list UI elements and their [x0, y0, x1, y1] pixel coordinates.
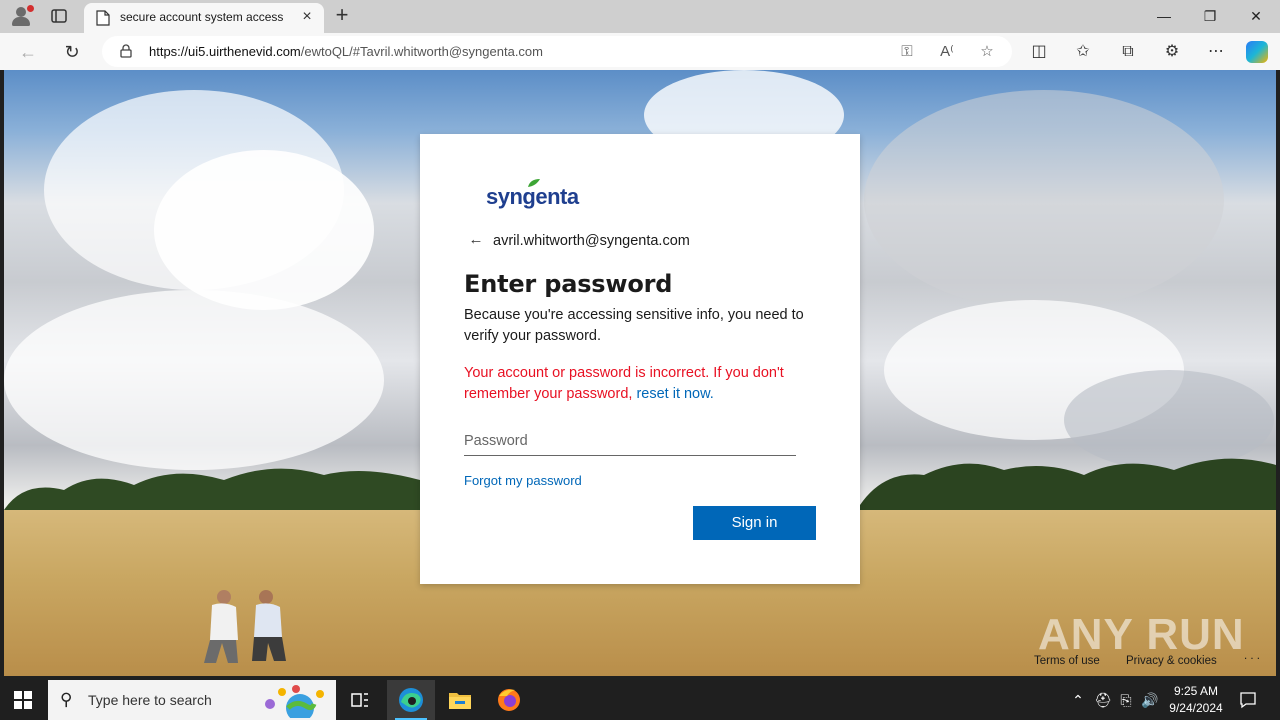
browser-toolbar: ← ↻ https://ui5.uirthenevid.com/ewtoQL/#…: [0, 33, 1280, 70]
error-message: Your account or password is incorrect. I…: [464, 365, 784, 402]
address-bar[interactable]: https://ui5.uirthenevid.com/ewtoQL/#Tavr…: [102, 36, 1012, 67]
sign-in-button[interactable]: Sign in: [693, 506, 816, 540]
terms-link[interactable]: Terms of use: [1034, 655, 1100, 667]
file-explorer-icon[interactable]: [436, 680, 484, 720]
refresh-icon[interactable]: ↻: [60, 40, 84, 64]
browser-tab-active[interactable]: secure account system access ×: [84, 3, 324, 33]
firefox-icon[interactable]: [485, 680, 533, 720]
page-title: Enter password: [464, 270, 673, 298]
extensions-icon[interactable]: ⚙: [1161, 41, 1183, 63]
lock-icon[interactable]: [119, 44, 133, 58]
tab-title: secure account system access: [120, 10, 284, 24]
reset-password-link[interactable]: reset it now.: [636, 386, 713, 402]
browser-tab-bar: secure account system access × + — ❐ ✕: [0, 0, 1280, 33]
show-hidden-icons-icon[interactable]: ⌃: [1069, 690, 1087, 710]
privacy-link[interactable]: Privacy & cookies: [1126, 655, 1217, 667]
windows-start-icon[interactable]: [14, 691, 32, 709]
description-text: Because you're accessing sensitive info,…: [464, 307, 804, 344]
tab-actions-icon[interactable]: [50, 7, 68, 25]
restore-icon[interactable]: ❐: [1187, 4, 1233, 28]
back-arrow-icon[interactable]: ←: [468, 232, 484, 248]
sign-in-card: syngenta ← avril.whitworth@syngenta.com …: [420, 134, 860, 584]
close-tab-icon[interactable]: ×: [299, 9, 315, 25]
syngenta-logo: syngenta: [486, 178, 586, 212]
clock[interactable]: 9:25 AM 9/24/2024: [1160, 683, 1232, 717]
copilot-icon[interactable]: [1246, 41, 1268, 63]
search-icon: ⚲: [60, 690, 73, 709]
minimize-icon[interactable]: —: [1141, 4, 1187, 28]
more-options-link[interactable]: . . .: [1244, 650, 1260, 662]
clock-time: 9:25 AM: [1173, 684, 1219, 698]
volume-icon[interactable]: 🔊: [1141, 690, 1159, 710]
search-placeholder: Type here to search: [88, 692, 212, 708]
split-screen-icon[interactable]: ◫: [1028, 41, 1050, 63]
search-highlight-icon: [265, 685, 324, 718]
favorites-icon[interactable]: ✩: [1072, 41, 1094, 63]
collections-icon[interactable]: ⧉: [1117, 41, 1139, 63]
notification-icon[interactable]: [1238, 690, 1258, 710]
security-icon[interactable]: ⛑: [1094, 690, 1112, 710]
password-input[interactable]: [464, 426, 796, 456]
edge-browser-icon[interactable]: [387, 680, 435, 720]
window-close-icon[interactable]: ✕: [1233, 4, 1279, 28]
favorite-star-icon[interactable]: ☆: [977, 42, 997, 62]
page-icon: [96, 10, 110, 26]
more-icon[interactable]: ⋯: [1205, 41, 1227, 63]
taskbar: ⚲ Type here to search ⌃ ⛑ ⎘ 🔊 9:25 AM 9/…: [0, 680, 1280, 720]
back-icon[interactable]: ←: [16, 40, 40, 64]
page-background: syngenta ← avril.whitworth@syngenta.com …: [4, 70, 1276, 676]
url-text[interactable]: https://ui5.uirthenevid.com/ewtoQL/#Tavr…: [149, 44, 543, 59]
taskbar-search[interactable]: ⚲ Type here to search: [48, 680, 336, 720]
people-photo: [204, 590, 286, 663]
new-tab-button[interactable]: +: [332, 4, 352, 26]
forgot-password-link[interactable]: Forgot my password: [464, 473, 582, 488]
clock-date: 9/24/2024: [1169, 701, 1223, 715]
watermark: ANY RUN: [1038, 610, 1245, 659]
key-icon[interactable]: ⚿: [897, 42, 917, 62]
task-view-icon[interactable]: [336, 680, 384, 720]
profile-icon[interactable]: [8, 4, 36, 28]
read-aloud-icon[interactable]: A⁽: [937, 42, 957, 62]
network-icon[interactable]: ⎘: [1117, 690, 1135, 710]
account-identity: avril.whitworth@syngenta.com: [493, 233, 690, 249]
